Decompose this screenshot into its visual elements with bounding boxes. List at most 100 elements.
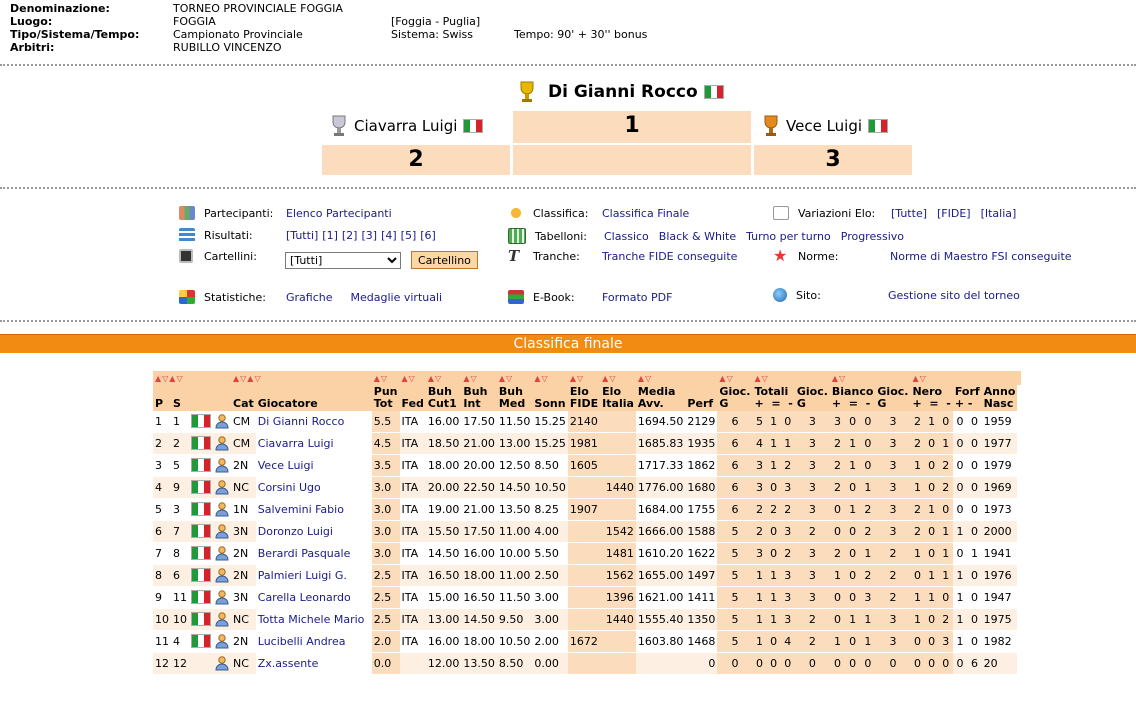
- elo-tutte-link[interactable]: [Tutte]: [891, 207, 927, 220]
- classifica-finale-link[interactable]: Classifica Finale: [602, 207, 689, 220]
- forfeit-cell: 0: [952, 432, 968, 455]
- elo-fide-link[interactable]: [FIDE]: [937, 207, 971, 220]
- player-card-icon[interactable]: [215, 480, 229, 495]
- risultati-round-5-link[interactable]: [5]: [401, 229, 417, 242]
- games-stat-cell: 1: [860, 542, 876, 565]
- player-card-icon[interactable]: [215, 458, 229, 473]
- games-stat-cell: 5: [752, 411, 767, 433]
- cartellini-select[interactable]: [Tutti]: [285, 251, 401, 269]
- risultati-round-6-link[interactable]: [6]: [420, 229, 436, 242]
- player-card-cell: [213, 411, 231, 433]
- col-anno-nasc: Anno Nasc: [981, 385, 1018, 411]
- games-stat-cell: 3: [794, 542, 830, 565]
- games-stat-cell: 1: [845, 432, 861, 455]
- games-stat-cell: 3: [780, 586, 795, 609]
- games-stat-cell: 2: [780, 542, 795, 565]
- federation-cell: ITA: [399, 411, 426, 433]
- sort-arrows-icon[interactable]: ▲▽: [399, 371, 426, 385]
- sort-arrows-icon[interactable]: ▲▽: [717, 371, 753, 385]
- performance-cell: 1622: [685, 542, 718, 565]
- italy-flag-icon: [191, 435, 211, 450]
- sort-arrows-icon[interactable]: ▲▽▲▽: [231, 371, 372, 385]
- tabellone-classico-link[interactable]: Classico: [604, 230, 649, 243]
- tranche-fide-link[interactable]: Tranche FIDE conseguite: [602, 250, 737, 263]
- sort-arrows-icon[interactable]: ▲▽: [600, 371, 636, 385]
- player-name-link[interactable]: Berardi Pasquale: [255, 542, 372, 565]
- player-name-link[interactable]: Totta Michele Mario: [255, 608, 372, 631]
- elenco-partecipanti-link[interactable]: Elenco Partecipanti: [286, 207, 392, 220]
- sort-arrows-icon[interactable]: ▲▽▲▽: [153, 371, 189, 385]
- games-stat-cell: 4: [752, 432, 767, 455]
- elo-fide-cell: [567, 586, 601, 609]
- gestione-sito-link[interactable]: Gestione sito del torneo: [888, 289, 1020, 302]
- luogo-value: FOGGIA: [173, 15, 216, 28]
- player-name-link[interactable]: Corsini Ugo: [255, 476, 372, 499]
- sort-arrows-icon[interactable]: ▲▽: [496, 371, 533, 385]
- games-stat-cell: 0: [924, 608, 939, 631]
- player-card-icon[interactable]: [215, 634, 229, 649]
- player-name-link[interactable]: Carella Leonardo: [255, 586, 372, 609]
- sort-arrows-icon[interactable]: ▲▽: [635, 371, 686, 385]
- sort-arrows-icon[interactable]: ▲▽: [371, 371, 400, 385]
- player-name-link[interactable]: Zx.assente: [255, 652, 372, 675]
- category-cell: CM: [231, 411, 256, 433]
- sort-arrows-icon[interactable]: ▲▽: [567, 371, 601, 385]
- risultati-tutti-link[interactable]: [Tutti]: [286, 229, 318, 242]
- player-card-icon[interactable]: [215, 502, 229, 517]
- cartellino-button[interactable]: Cartellino: [411, 251, 478, 269]
- birth-year-cell: 1973: [981, 498, 1018, 521]
- games-stat-cell: 1: [924, 498, 939, 521]
- tabellone-turno-per-turno-link[interactable]: Turno per turno: [746, 230, 831, 243]
- games-stat-cell: 5: [717, 542, 753, 565]
- player-card-icon[interactable]: [215, 590, 229, 605]
- seed-cell: 6: [171, 564, 189, 587]
- formato-pdf-link[interactable]: Formato PDF: [602, 291, 672, 304]
- player-name-link[interactable]: Palmieri Luigi G.: [255, 564, 372, 587]
- col-s: S: [171, 385, 189, 411]
- sort-arrows-icon[interactable]: ▲▽: [425, 371, 462, 385]
- silver-trophy-icon: [332, 115, 346, 136]
- sort-arrows-icon[interactable]: ▲▽: [910, 371, 968, 385]
- player-card-icon[interactable]: [215, 612, 229, 627]
- buchholz-med-cell: 13.50: [496, 498, 533, 521]
- risultati-round-3-link[interactable]: [3]: [361, 229, 377, 242]
- buchholz-int-cell: 13.50: [461, 652, 497, 675]
- sort-arrows-icon[interactable]: ▲▽: [461, 371, 497, 385]
- games-stat-cell: 0: [829, 652, 846, 675]
- sort-arrows-icon[interactable]: ▲▽: [752, 371, 830, 385]
- risultati-round-4-link[interactable]: [4]: [381, 229, 397, 242]
- grafiche-link[interactable]: Grafiche: [286, 291, 333, 304]
- risultati-round-1-link[interactable]: [1]: [322, 229, 338, 242]
- elo-fide-cell: 1672: [567, 630, 601, 653]
- tabellone-black-white-link[interactable]: Black & White: [659, 230, 736, 243]
- player-card-icon[interactable]: [215, 656, 229, 671]
- buchholz-int-cell: 17.50: [461, 520, 497, 543]
- player-card-icon[interactable]: [215, 414, 229, 429]
- player-card-icon[interactable]: [215, 524, 229, 539]
- tabellone-progressivo-link[interactable]: Progressivo: [841, 230, 904, 243]
- sort-arrows-icon[interactable]: ▲▽: [532, 371, 568, 385]
- forfeit-cell: 1: [952, 630, 968, 653]
- sort-arrows-icon[interactable]: ▲▽: [829, 371, 911, 385]
- games-stat-cell: 2: [875, 542, 911, 565]
- player-card-icon[interactable]: [215, 436, 229, 451]
- player-card-icon[interactable]: [215, 546, 229, 561]
- performance-cell: 1411: [685, 586, 718, 609]
- col-perf: Perf: [685, 385, 718, 411]
- player-name-link[interactable]: Salvemini Fabio: [255, 498, 372, 521]
- ebook-label: E-Book:: [533, 290, 575, 304]
- third-name: Vece Luigi: [786, 117, 863, 135]
- forfeit-cell: 0: [967, 564, 982, 587]
- player-name-link[interactable]: Di Gianni Rocco: [255, 411, 372, 433]
- player-name-link[interactable]: Ciavarra Luigi: [255, 432, 372, 455]
- risultati-round-2-link[interactable]: [2]: [342, 229, 358, 242]
- player-name-link[interactable]: Lucibelli Andrea: [255, 630, 372, 653]
- medaglie-virtuali-link[interactable]: Medaglie virtuali: [351, 291, 443, 304]
- norme-maestro-link[interactable]: Norme di Maestro FSI conseguite: [890, 250, 1072, 263]
- player-card-icon[interactable]: [215, 568, 229, 583]
- buchholz-cut1-cell: 12.00: [425, 652, 462, 675]
- player-name-link[interactable]: Vece Luigi: [255, 454, 372, 477]
- player-name-link[interactable]: Doronzo Luigi: [255, 520, 372, 543]
- elo-italia-link[interactable]: [Italia]: [981, 207, 1017, 220]
- table-row: 5 3 1N Salvemini Fabio 3.0 ITA 19.00 21.00 13.50…: [153, 498, 1021, 521]
